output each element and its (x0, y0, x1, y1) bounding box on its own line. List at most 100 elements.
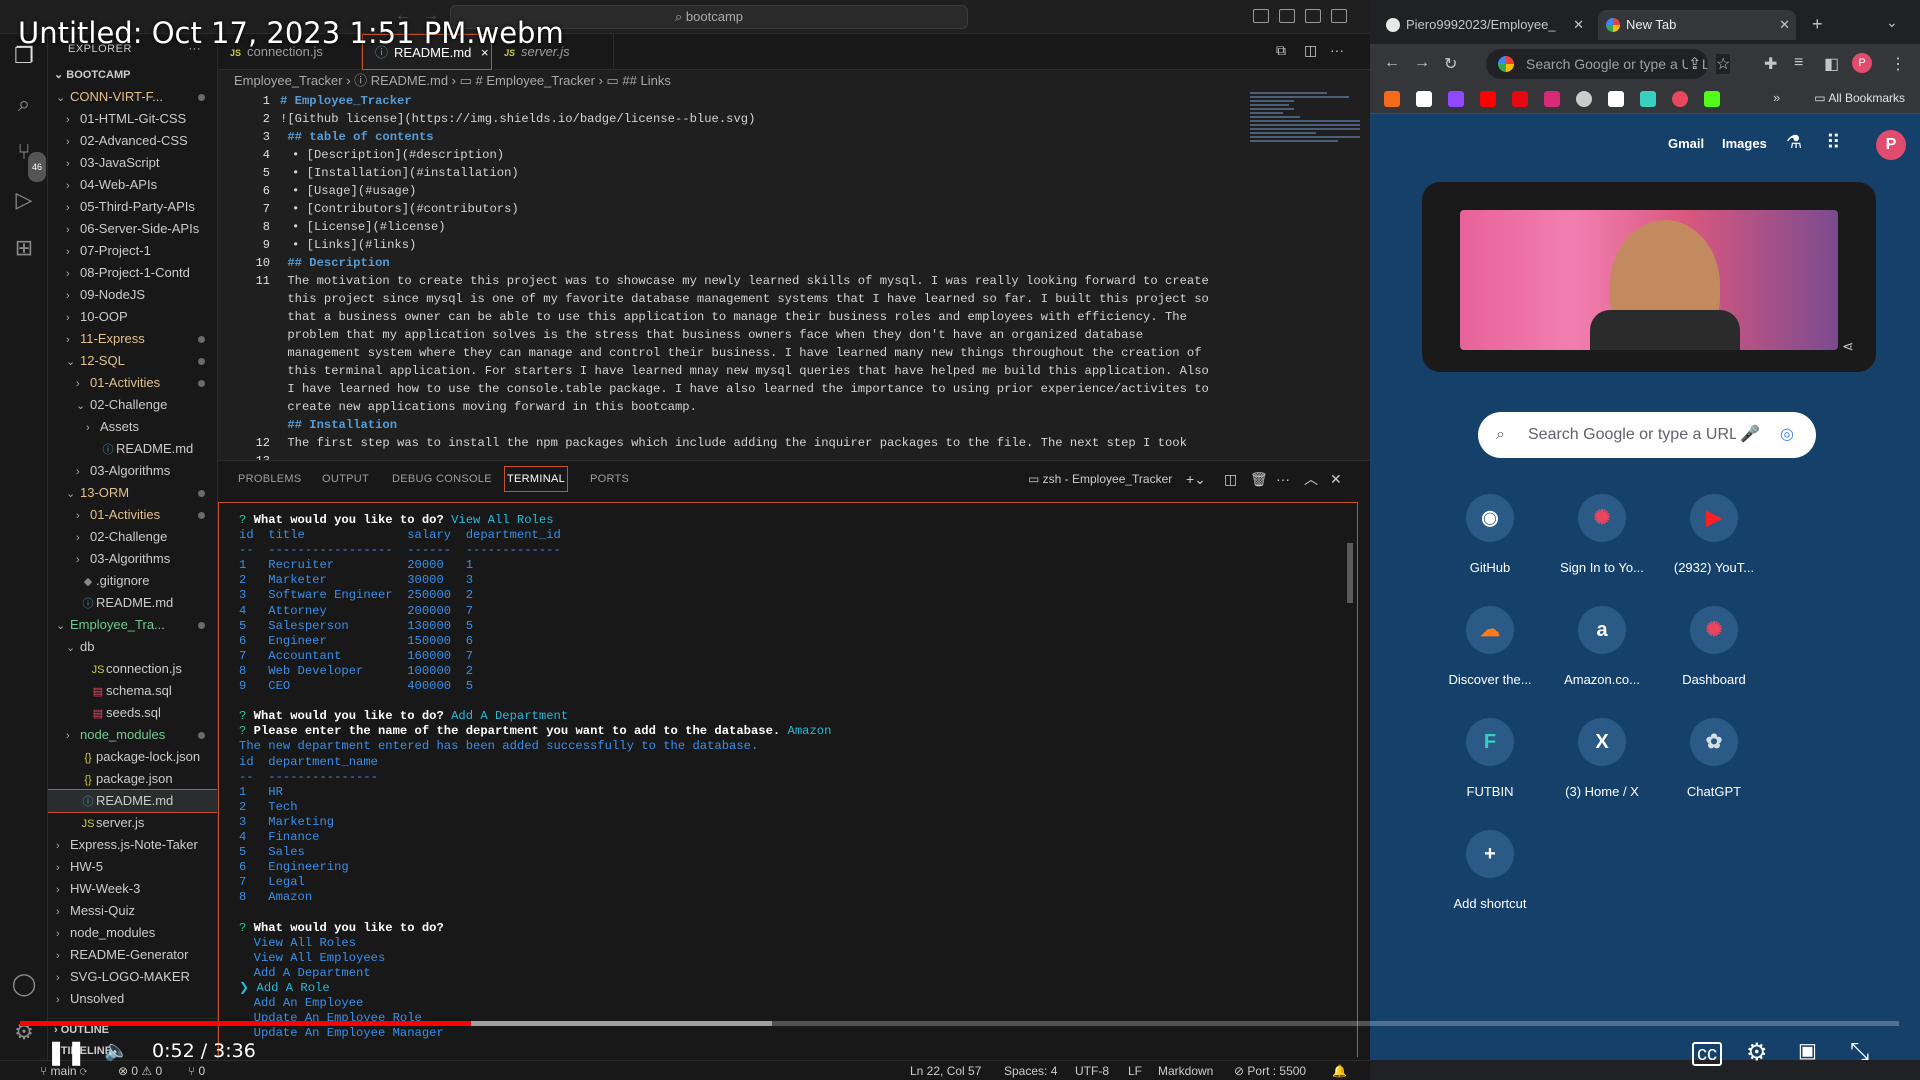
shortcut-tile[interactable]: ◉ GitHub (1434, 494, 1546, 575)
captions-icon[interactable]: cc (1692, 1042, 1722, 1066)
tree-item[interactable]: › HW-5 (48, 856, 217, 878)
shortcut-tile[interactable]: ☁ Discover the... (1434, 606, 1546, 687)
google-apps-icon[interactable]: ⠿ (1826, 130, 1841, 155)
kill-terminal-icon[interactable]: 🗑 (1250, 461, 1268, 497)
tree-item[interactable]: ⓘ README.md (48, 789, 217, 813)
tree-item[interactable]: ⌄ 13-ORM (48, 482, 217, 504)
tree-item[interactable]: › 10-OOP (48, 306, 217, 328)
toggle-panel-icon[interactable] (1279, 9, 1295, 23)
lens-search-icon[interactable]: ◎ (1776, 412, 1794, 458)
tree-item[interactable]: ▤ schema.sql (48, 680, 217, 702)
reading-list-icon[interactable]: ≡ (1794, 54, 1803, 72)
tab-debug-console[interactable]: DEBUG CONSOLE (392, 461, 492, 497)
tree-item[interactable]: › 02-Advanced-CSS (48, 130, 217, 152)
tab-search-icon[interactable]: ⌄ (1886, 14, 1898, 31)
tree-item[interactable]: › Unsolved (48, 988, 217, 1010)
maximize-panel-icon[interactable]: ︿ (1304, 461, 1318, 497)
run-debug-icon[interactable]: ▷ (10, 186, 38, 214)
images-link[interactable]: Images (1722, 136, 1767, 151)
tree-item[interactable]: › 08-Project-1-Contd (48, 262, 217, 284)
tree-item[interactable]: ◆ .gitignore (48, 570, 217, 592)
code-editor[interactable]: 12345678910111213 # Employee_Tracker![Gi… (218, 92, 1370, 460)
tree-item[interactable]: › 01-Activities (48, 372, 217, 394)
tree-item[interactable]: ⌄ Employee_Tra... (48, 614, 217, 636)
kick-bookmark-icon[interactable] (1704, 91, 1720, 107)
code-content[interactable]: # Employee_Tracker ![Github license](http… (280, 92, 1260, 452)
tree-item[interactable]: › 05-Third-Party-APIs (48, 196, 217, 218)
tree-item[interactable]: › Express.js-Note-Taker (48, 834, 217, 856)
minimap[interactable] (1250, 92, 1360, 162)
profile-avatar[interactable]: P (1876, 130, 1906, 160)
toggle-secondary-sidebar-icon[interactable] (1305, 9, 1321, 23)
volume-icon[interactable]: 🔈 (104, 1038, 129, 1063)
share-doodle-icon[interactable]: ⋖ (1842, 338, 1854, 355)
source-control-icon[interactable]: ⑂ 46 (10, 138, 47, 182)
tree-item[interactable]: › SVG-LOGO-MAKER (48, 966, 217, 988)
tree-item[interactable]: {} package.json (48, 768, 217, 790)
search-icon[interactable]: ⌕ (10, 90, 38, 118)
new-terminal-icon[interactable]: +⌄ (1186, 461, 1206, 497)
new-tab-icon[interactable]: + (1812, 14, 1823, 35)
tab-terminal[interactable]: TERMINAL (504, 466, 569, 492)
tab-problems[interactable]: PROBLEMS (238, 461, 302, 497)
more-bookmarks-icon[interactable]: » (1773, 90, 1780, 105)
close-tab-icon[interactable]: ✕ (1573, 10, 1584, 40)
gmail-link[interactable]: Gmail (1668, 136, 1704, 151)
tree-item[interactable]: › 09-NodeJS (48, 284, 217, 306)
breadcrumb[interactable]: Employee_Tracker › ⓘ README.md › ▭ # Emp… (218, 70, 1370, 92)
youtube-bookmark-icon[interactable] (1480, 91, 1496, 107)
editor-more-icon[interactable]: ··· (1330, 42, 1344, 58)
shortcut-tile[interactable]: a Amazon.co... (1546, 606, 1658, 687)
labs-flask-icon[interactable]: ⚗ (1786, 132, 1802, 153)
close-tab-icon[interactable]: ✕ (1779, 10, 1790, 40)
close-panel-icon[interactable]: ✕ (1330, 461, 1342, 497)
amazon-bookmark-icon[interactable] (1608, 91, 1624, 107)
tree-item[interactable]: ⓘ README.md (48, 592, 217, 614)
terminal-scrollbar[interactable] (1347, 543, 1353, 603)
tree-item[interactable]: › 03-Algorithms (48, 460, 217, 482)
extensions-puzzle-icon[interactable]: ✚ (1764, 54, 1777, 74)
tree-item[interactable]: ▤ seeds.sql (48, 702, 217, 724)
miniplayer-icon[interactable]: ▣ (1798, 1038, 1817, 1063)
split-terminal-icon[interactable]: ◫ (1224, 461, 1237, 497)
forward-icon[interactable]: → (1414, 54, 1430, 72)
tree-item[interactable]: › node_modules (48, 724, 217, 746)
twitch-bookmark-icon[interactable] (1448, 91, 1464, 107)
tab-output[interactable]: OUTPUT (322, 461, 369, 497)
google-search-box[interactable]: ⌕ Search Google or type a URL 🎤 ◎ (1478, 412, 1816, 458)
tab-ports[interactable]: PORTS (590, 461, 629, 497)
web-bookmark-icon[interactable] (1576, 91, 1592, 107)
shortcut-tile[interactable]: X (3) Home / X (1546, 718, 1658, 799)
tree-item[interactable]: › HW-Week-3 (48, 878, 217, 900)
tree-item[interactable]: › 03-JavaScript (48, 152, 217, 174)
pause-icon[interactable]: ❚❚ (46, 1038, 86, 1067)
tree-item[interactable]: › 01-Activities (48, 504, 217, 526)
tree-item[interactable]: ⌄ 12-SQL (48, 350, 217, 372)
fullscreen-exit-icon[interactable]: ⤡ (1850, 1038, 1869, 1066)
netflix-bookmark-icon[interactable] (1512, 91, 1528, 107)
tree-item[interactable]: ⌄ db (48, 636, 217, 658)
bookmark-star-icon[interactable]: ☆ (1716, 54, 1731, 74)
chrome-tab-newtab[interactable]: New Tab ✕ (1598, 10, 1796, 40)
tree-item[interactable]: › Assets (48, 416, 217, 438)
soundcloud-bookmark-icon[interactable] (1384, 91, 1400, 107)
x-bookmark-icon[interactable] (1416, 91, 1432, 107)
tree-item[interactable]: JS server.js (48, 812, 217, 834)
settings-hd-icon[interactable]: ⚙ (1746, 1038, 1768, 1067)
tree-item[interactable]: › 02-Challenge (48, 526, 217, 548)
account-icon[interactable]: ◯ (10, 970, 38, 998)
all-bookmarks[interactable]: ▭ All Bookmarks (1814, 91, 1905, 105)
profile-avatar-small[interactable]: P (1852, 53, 1872, 73)
tree-item[interactable]: › 11-Express (48, 328, 217, 350)
chrome-menu-icon[interactable]: ⋮ (1890, 54, 1906, 74)
chrome-tab-github[interactable]: Piero9992023/Employee_ ✕ (1378, 10, 1590, 40)
tree-item[interactable]: ⓘ README.md (48, 438, 217, 460)
back-icon[interactable]: ← (1384, 54, 1400, 72)
tree-item[interactable]: ⌄ CONN-VIRT-F... (48, 86, 217, 108)
toggle-sidebar-icon[interactable] (1253, 9, 1269, 23)
instagram-bookmark-icon[interactable] (1544, 91, 1560, 107)
shortcut-tile[interactable]: ✺ Sign In to Yo... (1546, 494, 1658, 575)
tree-item[interactable]: › 01-HTML-Git-CSS (48, 108, 217, 130)
customize-layout-icon[interactable] (1331, 9, 1347, 23)
workspace-root[interactable]: ⌄ BOOTCAMP (48, 64, 217, 86)
